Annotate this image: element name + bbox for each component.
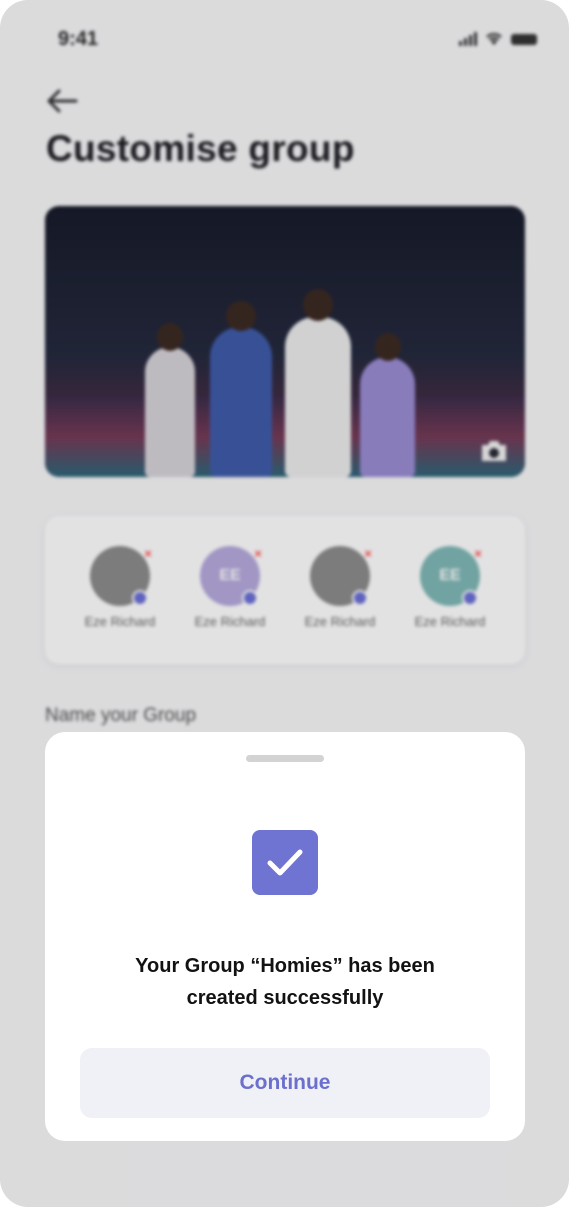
success-message-line1: Your Group “Homies” has been: [135, 955, 435, 977]
checkmark-glyph: [267, 849, 303, 875]
success-modal: Your Group “Homies” has been created suc…: [45, 732, 525, 1141]
drag-handle[interactable]: [246, 755, 324, 762]
success-message-line2: created successfully: [186, 987, 384, 1009]
success-message: Your Group “Homies” has been created suc…: [45, 950, 525, 1014]
continue-button[interactable]: Continue: [80, 1048, 490, 1118]
phone-frame: 9:41 Customise group × Eze Richard EE × …: [0, 0, 569, 1207]
check-icon: [252, 830, 318, 895]
